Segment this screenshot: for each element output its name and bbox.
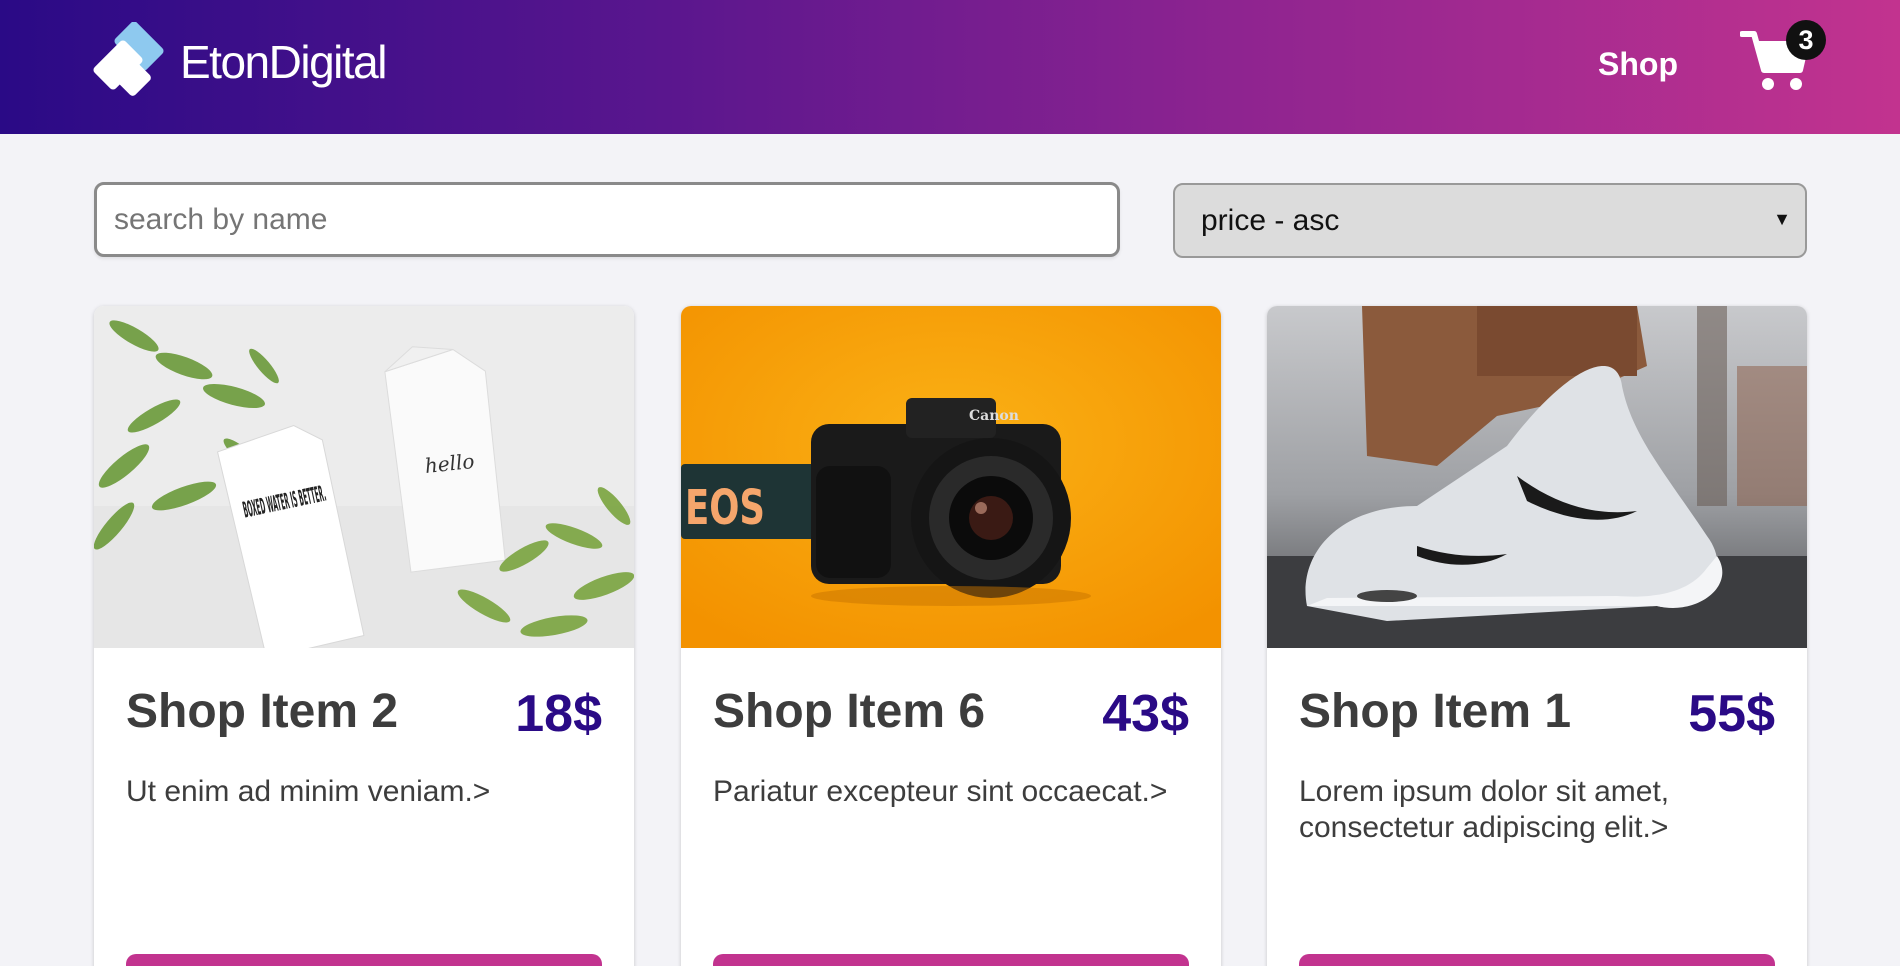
- product-image[interactable]: EOS Canon: [681, 306, 1221, 648]
- product-description: Lorem ipsum dolor sit amet, consectetur …: [1299, 775, 1670, 844]
- product-card[interactable]: Shop Item 1 55$ Lorem ipsum dolor sit am…: [1267, 306, 1807, 966]
- product-title[interactable]: Shop Item 1: [1299, 684, 1571, 739]
- product-price: 43$: [1102, 685, 1189, 743]
- sneaker-photo: [1267, 306, 1807, 648]
- add-to-cart-button[interactable]: [126, 954, 602, 966]
- product-price: 18$: [515, 685, 602, 743]
- add-to-cart-button[interactable]: [713, 954, 1189, 966]
- top-header: EtonDigital Shop 3: [0, 0, 1900, 134]
- cart-button[interactable]: 3: [1740, 20, 1826, 90]
- product-title[interactable]: Shop Item 2: [126, 684, 398, 739]
- canon-camera-photo: EOS Canon: [681, 306, 1221, 648]
- product-price: 55$: [1688, 685, 1775, 743]
- product-image[interactable]: hello BOXED WATER IS BETTER.: [94, 306, 634, 648]
- brand-logo[interactable]: EtonDigital: [92, 22, 387, 102]
- nav-link-shop[interactable]: Shop: [1598, 46, 1678, 83]
- sort-selected-value: price - asc: [1201, 203, 1340, 237]
- product-description: Ut enim ad minim veniam.>: [126, 775, 491, 808]
- chevron-down-icon: ▼: [1773, 209, 1791, 229]
- add-to-cart-button[interactable]: [1299, 954, 1775, 966]
- product-image[interactable]: [1267, 306, 1807, 648]
- product-card[interactable]: hello BOXED WATER IS BETTER. Shop Item 2…: [94, 306, 634, 966]
- sort-select[interactable]: price - asc ▼: [1173, 183, 1807, 258]
- boxed-water-photo: hello BOXED WATER IS BETTER.: [94, 306, 634, 648]
- strap-text: EOS: [685, 480, 765, 536]
- logo-mark-icon: [93, 22, 164, 96]
- brand-name: EtonDigital: [180, 36, 387, 88]
- camera-brand-text: Canon: [969, 408, 1019, 424]
- search-input[interactable]: [94, 182, 1120, 257]
- cart-count-badge: 3: [1786, 20, 1826, 60]
- product-title[interactable]: Shop Item 6: [713, 684, 985, 739]
- product-description: Pariatur excepteur sint occaecat.>: [713, 775, 1168, 808]
- product-card[interactable]: EOS Canon Shop Item 6 43$ Pariatur excep…: [681, 306, 1221, 966]
